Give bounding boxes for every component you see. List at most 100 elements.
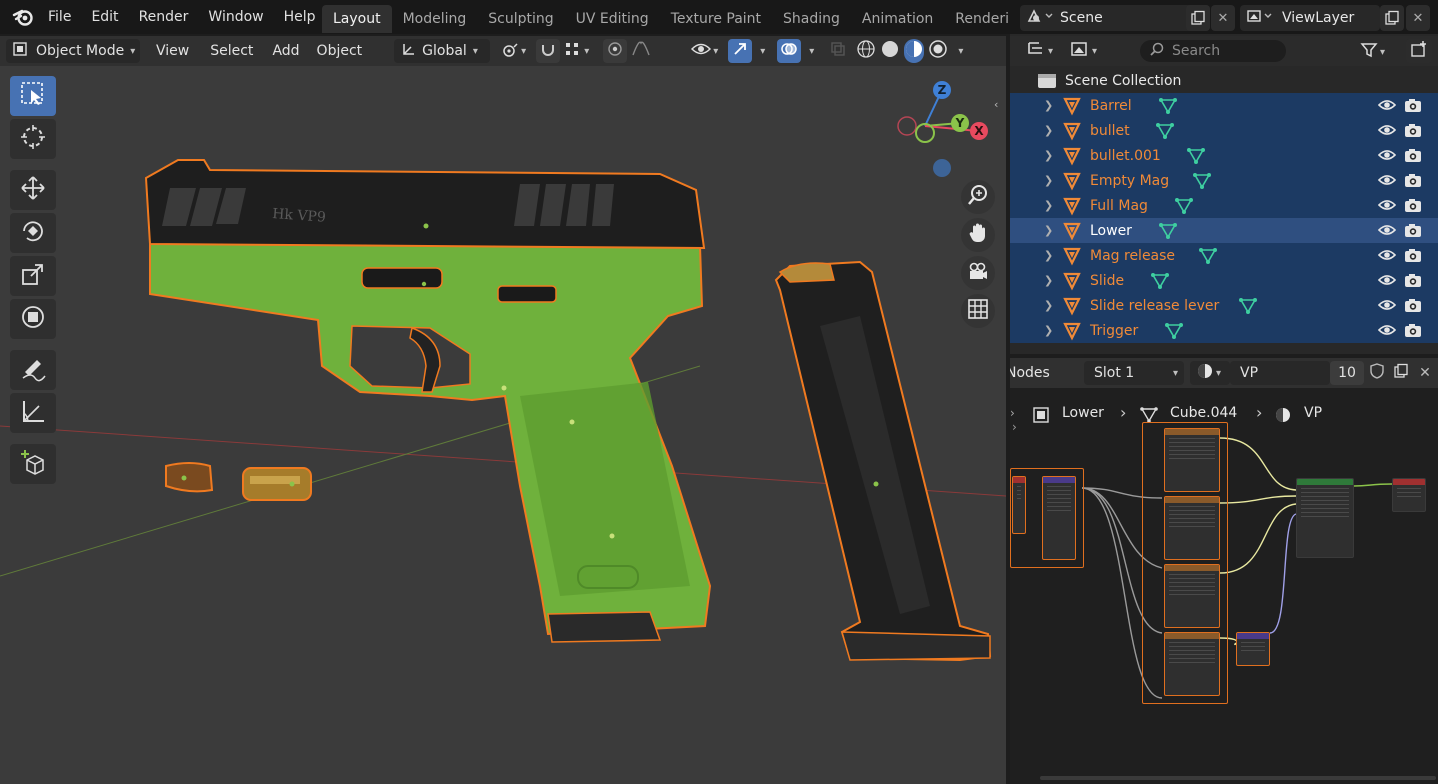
- bullet-001-mesh[interactable]: [242, 467, 312, 501]
- principled-bsdf-node[interactable]: [1296, 478, 1354, 558]
- proportional-edit-toggle[interactable]: [603, 39, 628, 63]
- snap-toggle[interactable]: [536, 39, 561, 63]
- shading-dropdown[interactable]: ▾: [952, 39, 963, 63]
- perspective-toggle-button[interactable]: [961, 294, 995, 328]
- scene-selector[interactable]: Scene: [1020, 5, 1210, 31]
- camera-icon[interactable]: [1404, 122, 1422, 142]
- menu-add[interactable]: Add: [272, 39, 299, 63]
- select-box-tool[interactable]: [10, 76, 56, 116]
- camera-icon[interactable]: [1404, 322, 1422, 342]
- annotate-tool[interactable]: [10, 350, 56, 390]
- zoom-button[interactable]: [961, 180, 995, 214]
- slide-mesh[interactable]: Hk VP9: [144, 159, 706, 250]
- eye-icon[interactable]: [1377, 172, 1397, 192]
- cursor-tool[interactable]: [10, 119, 56, 159]
- object-visibility-dropdown[interactable]: ▾: [691, 39, 718, 63]
- delete-scene-button[interactable]: ✕: [1211, 5, 1235, 31]
- sidebar-toggle-icon[interactable]: ‹: [994, 98, 1006, 112]
- camera-icon[interactable]: [1404, 222, 1422, 242]
- eye-icon[interactable]: [1377, 122, 1397, 142]
- new-view-layer-button[interactable]: [1380, 5, 1404, 31]
- tab-animation[interactable]: Animation: [851, 5, 944, 33]
- camera-view-button[interactable]: [961, 256, 995, 290]
- tab-texture-paint[interactable]: Texture Paint: [660, 5, 772, 33]
- expand-arrow-icon[interactable]: ❯: [1044, 299, 1053, 312]
- outliner-search-input[interactable]: Search: [1140, 40, 1286, 62]
- texcoord-node[interactable]: [1012, 476, 1026, 534]
- rotate-tool[interactable]: [10, 213, 56, 253]
- menu-edit[interactable]: Edit: [81, 0, 128, 34]
- menu-select[interactable]: Select: [210, 39, 253, 63]
- mesh-data-icon[interactable]: [1186, 146, 1206, 170]
- mapping-node[interactable]: [1042, 476, 1076, 560]
- outliner-item[interactable]: ❯ bullet.001: [1010, 143, 1438, 168]
- filter-view-dropdown[interactable]: ▾: [1070, 40, 1097, 62]
- xray-toggle[interactable]: [830, 39, 846, 63]
- mesh-data-icon[interactable]: [1174, 196, 1194, 220]
- camera-icon[interactable]: [1404, 147, 1422, 167]
- tab-modeling[interactable]: Modeling: [392, 5, 478, 33]
- outliner-item[interactable]: ❯ Full Mag: [1010, 193, 1438, 218]
- normal-map-node[interactable]: [1236, 632, 1270, 666]
- tab-rendering[interactable]: Rendering: [944, 5, 1008, 33]
- falloff-dropdown[interactable]: [631, 39, 651, 63]
- shading-rendered-button[interactable]: [928, 39, 948, 63]
- mesh-data-icon[interactable]: [1192, 171, 1212, 195]
- 3d-viewport[interactable]: Hk VP9 Z Y X ‹: [0, 66, 1006, 784]
- expand-arrow-icon[interactable]: ❯: [1044, 149, 1053, 162]
- expand-arrow-icon[interactable]: ❯: [1044, 274, 1053, 287]
- blender-logo-icon[interactable]: [8, 0, 38, 34]
- menu-object[interactable]: Object: [317, 39, 363, 63]
- bullet-mesh[interactable]: [165, 462, 214, 493]
- slide-release-lever-mesh[interactable]: [361, 267, 443, 289]
- overlays-toggle[interactable]: [777, 39, 802, 63]
- outliner-item[interactable]: ❯ Lower: [1010, 218, 1438, 243]
- tab-shading[interactable]: Shading: [772, 5, 851, 33]
- shading-wireframe-button[interactable]: [856, 39, 876, 63]
- outliner-item[interactable]: ❯ Trigger: [1010, 318, 1438, 343]
- tab-uv-editing[interactable]: UV Editing: [565, 5, 660, 33]
- normal-texture-node[interactable]: [1164, 632, 1220, 696]
- outliner-item[interactable]: ❯ Slide: [1010, 268, 1438, 293]
- shading-solid-button[interactable]: [880, 39, 900, 63]
- eye-icon[interactable]: [1377, 297, 1397, 317]
- expand-arrow-icon[interactable]: ❯: [1044, 224, 1053, 237]
- snap-target-dropdown[interactable]: ▾: [564, 39, 589, 63]
- eye-icon[interactable]: [1377, 272, 1397, 292]
- mode-dropdown[interactable]: Object Mode ▾: [6, 39, 140, 63]
- mesh-data-icon[interactable]: [1158, 96, 1178, 120]
- metallic-texture-node[interactable]: [1164, 496, 1220, 560]
- menu-window[interactable]: Window: [198, 0, 273, 34]
- mesh-data-icon[interactable]: [1164, 321, 1184, 345]
- mesh-data-icon[interactable]: [1155, 121, 1175, 145]
- transform-orientation-dropdown[interactable]: Global ▾: [394, 39, 491, 63]
- expand-arrow-icon[interactable]: ❯: [1044, 249, 1053, 262]
- filter-dropdown[interactable]: ▾: [1360, 41, 1385, 63]
- eye-icon[interactable]: [1377, 322, 1397, 342]
- transform-tool[interactable]: [10, 299, 56, 339]
- horizontal-scrollbar[interactable]: [1040, 776, 1436, 780]
- outliner-item[interactable]: ❯ Slide release lever: [1010, 293, 1438, 318]
- menu-view[interactable]: View: [156, 39, 189, 63]
- menu-file[interactable]: File: [38, 0, 81, 34]
- shader-editor[interactable]: Nodes Slot 1 ▾ ▾ VP 10 ✕ › Lower › Cube.: [1010, 358, 1438, 784]
- outliner-item[interactable]: ❯ bullet: [1010, 118, 1438, 143]
- eye-icon[interactable]: [1377, 147, 1397, 167]
- shading-material-button[interactable]: [904, 39, 925, 63]
- expand-arrow-icon[interactable]: ❯: [1044, 174, 1053, 187]
- expand-arrow-icon[interactable]: ❯: [1044, 99, 1053, 112]
- move-tool[interactable]: [10, 170, 56, 210]
- pivot-point-dropdown[interactable]: ▾: [498, 39, 526, 63]
- new-scene-button[interactable]: [1186, 5, 1210, 31]
- mesh-data-icon[interactable]: [1198, 246, 1218, 270]
- camera-icon[interactable]: [1404, 247, 1422, 267]
- camera-icon[interactable]: [1404, 272, 1422, 292]
- pan-button[interactable]: [961, 218, 995, 252]
- navigation-gizmo[interactable]: Z Y X: [890, 76, 1000, 196]
- eye-icon[interactable]: [1377, 97, 1397, 117]
- mesh-data-icon[interactable]: [1238, 296, 1258, 320]
- overlays-dropdown[interactable]: ▾: [803, 39, 814, 63]
- tab-sculpting[interactable]: Sculpting: [477, 5, 564, 33]
- camera-icon[interactable]: [1404, 197, 1422, 217]
- mag-base-mesh[interactable]: [547, 611, 662, 643]
